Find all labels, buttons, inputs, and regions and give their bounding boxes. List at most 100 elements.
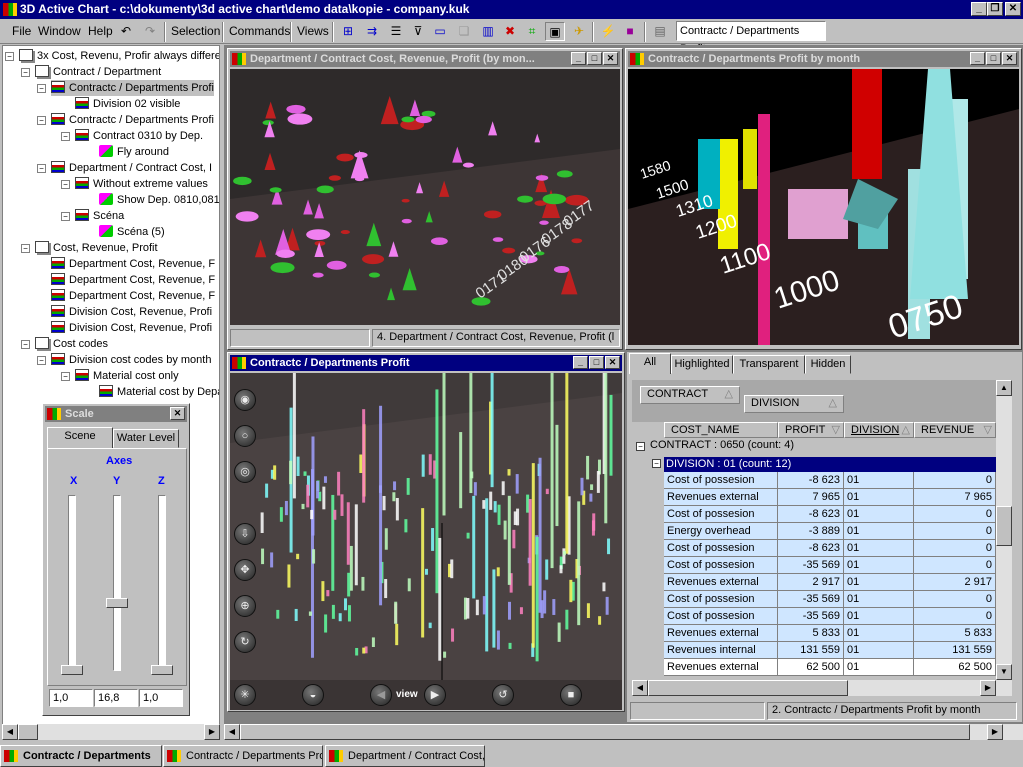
mdi-scroll-thumb[interactable] bbox=[240, 724, 970, 740]
collapse-division-icon[interactable]: − bbox=[652, 459, 661, 468]
tree-item[interactable]: 3x Cost, Revenu, Profir always differe bbox=[19, 48, 219, 64]
z-slider-track[interactable] bbox=[158, 495, 166, 671]
scale-title-bar[interactable]: Scale ✕ bbox=[45, 406, 187, 422]
group-division-header[interactable]: DIVISION △ bbox=[744, 395, 844, 413]
grid-scroll-up-icon[interactable]: ▲ bbox=[996, 380, 1012, 396]
tree-item[interactable]: Fly around bbox=[99, 144, 169, 160]
grid-scroll-thumb[interactable] bbox=[996, 506, 1012, 546]
tree-collapse-icon[interactable]: − bbox=[21, 244, 30, 253]
pan-icon[interactable]: ✥ bbox=[234, 559, 256, 581]
orbit-icon[interactable]: ◎ bbox=[234, 461, 256, 483]
table-row[interactable]: Revenues internal 131 559 01 131 559 bbox=[664, 642, 996, 659]
reset-view-icon[interactable]: ✳ bbox=[234, 684, 256, 706]
window3-maximize-button[interactable]: □ bbox=[589, 356, 604, 369]
palette-icon[interactable]: ✖ bbox=[500, 22, 520, 41]
column-revenue[interactable]: REVENUE ▽ bbox=[914, 422, 996, 438]
tab-water-level[interactable]: Water Level bbox=[113, 429, 179, 448]
tree-item[interactable]: Contract 0310 by Dep. bbox=[75, 128, 203, 144]
tree-item[interactable]: Contractc / Departments Profi bbox=[51, 80, 214, 96]
chart-3d-view-3[interactable]: ◉ ○ ◎ ⇩ ✥ ⊕ ↻ bbox=[230, 373, 622, 680]
table-row[interactable]: Revenues external 62 500 01 62 500 bbox=[664, 659, 996, 676]
y-slider-track[interactable] bbox=[113, 495, 121, 671]
collapse-contract-icon[interactable]: − bbox=[636, 442, 645, 451]
bars-icon[interactable]: ▥ bbox=[478, 22, 498, 41]
data-grid[interactable]: CONTRACT △ DIVISION △ COST_NAME PROFIT ▽ DI… bbox=[632, 380, 996, 680]
table-row[interactable]: Cost of possesion -8 623 01 0 bbox=[664, 540, 996, 557]
tree-item[interactable]: Department Cost, Revenue, F bbox=[51, 256, 215, 272]
tab-transparent[interactable]: Transparent bbox=[733, 355, 805, 374]
grid-hscroll-thumb[interactable] bbox=[648, 680, 848, 696]
tree-collapse-icon[interactable]: − bbox=[61, 212, 70, 221]
window3-close-button[interactable]: ✕ bbox=[605, 356, 620, 369]
arrows-icon[interactable]: ⇉ bbox=[362, 22, 382, 41]
window1-title-bar[interactable]: Department / Contract Cost, Revenue, Pro… bbox=[230, 51, 620, 67]
tree-item[interactable]: Without extreme values bbox=[75, 176, 208, 192]
window1-close-button[interactable]: ✕ bbox=[603, 52, 618, 65]
x-slider-thumb[interactable] bbox=[61, 665, 83, 675]
copy-icon[interactable]: ❏ bbox=[454, 22, 474, 41]
camera-icon[interactable]: ■ bbox=[620, 22, 640, 41]
tree-item[interactable]: Scéna (5) bbox=[99, 224, 165, 240]
chart-3d-view-1[interactable]: 0171 0180 0176 0178 0177 bbox=[230, 69, 620, 325]
tree-collapse-icon[interactable]: − bbox=[37, 356, 46, 365]
table-row[interactable]: Cost of possesion -35 569 01 0 bbox=[664, 591, 996, 608]
window2-close-button[interactable]: ✕ bbox=[1002, 52, 1017, 65]
tab-all[interactable]: All bbox=[629, 353, 671, 374]
restore-button[interactable]: ❐ bbox=[987, 2, 1003, 16]
minimize-button[interactable]: _ bbox=[971, 2, 987, 16]
prev-view-icon[interactable]: ◀ bbox=[370, 684, 392, 706]
tree-horizontal-scrollbar[interactable]: ◀ ▶ bbox=[2, 724, 220, 740]
view-combo[interactable]: Contractc / Departments Profit bbox=[676, 21, 826, 55]
window2-maximize-button[interactable]: □ bbox=[986, 52, 1001, 65]
z-scale-value[interactable]: 1,0 bbox=[139, 689, 183, 707]
column-profit[interactable]: PROFIT ▽ bbox=[778, 422, 844, 438]
window1-minimize-button[interactable]: _ bbox=[571, 52, 586, 65]
tree-collapse-icon[interactable]: − bbox=[61, 372, 70, 381]
tree-item[interactable]: Division Cost, Revenue, Profi bbox=[51, 304, 212, 320]
tree-item[interactable]: Scéna bbox=[75, 208, 124, 224]
column-division[interactable]: DIVISION △ bbox=[844, 422, 914, 438]
move-down-icon[interactable]: ⇩ bbox=[234, 523, 256, 545]
tree-collapse-icon[interactable]: − bbox=[21, 340, 30, 349]
next-view-icon[interactable]: ▶ bbox=[424, 684, 446, 706]
y-scale-value[interactable]: 16,8 bbox=[94, 689, 138, 707]
tree-item[interactable]: Division Cost, Revenue, Profi bbox=[51, 320, 212, 336]
grid-horizontal-scrollbar[interactable]: ◀ ▶ bbox=[632, 680, 1012, 696]
x-scale-value[interactable]: 1,0 bbox=[49, 689, 93, 707]
window3-minimize-button[interactable]: _ bbox=[573, 356, 588, 369]
menu-views[interactable]: Views bbox=[297, 24, 329, 38]
group-contract-header[interactable]: CONTRACT △ bbox=[640, 386, 740, 404]
table-row[interactable]: Cost of possesion -8 623 01 0 bbox=[664, 506, 996, 523]
tab-hidden[interactable]: Hidden bbox=[805, 355, 851, 374]
close-button[interactable]: ✕ bbox=[1005, 2, 1021, 16]
tab-highlighted[interactable]: Highlighted bbox=[671, 355, 733, 374]
tree-item[interactable]: Contract / Department bbox=[35, 64, 161, 80]
list-icon[interactable]: ☰ bbox=[386, 22, 406, 41]
mdi-scroll-right-icon[interactable]: ▶ bbox=[987, 724, 1003, 740]
grid-scroll-left-icon[interactable]: ◀ bbox=[632, 680, 648, 696]
redo-icon[interactable]: ↷ bbox=[140, 22, 160, 41]
record-icon[interactable]: ◒ bbox=[302, 684, 324, 706]
x-slider-track[interactable] bbox=[68, 495, 76, 671]
refresh-icon[interactable]: ↺ bbox=[492, 684, 514, 706]
grid-scroll-down-icon[interactable]: ▼ bbox=[996, 664, 1012, 680]
scroll-thumb[interactable] bbox=[18, 724, 38, 740]
rotate-up-icon[interactable]: ◉ bbox=[234, 389, 256, 411]
tree-collapse-icon[interactable]: − bbox=[37, 164, 46, 173]
spin-icon[interactable]: ↻ bbox=[234, 631, 256, 653]
tilt-icon[interactable]: ⊕ bbox=[234, 595, 256, 617]
tree-item[interactable]: Material cost only bbox=[75, 368, 179, 384]
tree-item[interactable]: Department Cost, Revenue, F bbox=[51, 288, 215, 304]
tree-item[interactable]: Cost codes bbox=[35, 336, 108, 352]
window-icon[interactable]: ▭ bbox=[430, 22, 450, 41]
mdi-horizontal-scrollbar[interactable]: ◀ ▶ bbox=[224, 724, 1023, 740]
window1-maximize-button[interactable]: □ bbox=[587, 52, 602, 65]
z-slider-thumb[interactable] bbox=[151, 665, 173, 675]
tree-collapse-icon[interactable]: − bbox=[21, 68, 30, 77]
undo-icon[interactable]: ↶ bbox=[116, 22, 136, 41]
tree-item[interactable]: Department / Contract Cost, I bbox=[51, 160, 212, 176]
tree-item[interactable]: Department Cost, Revenue, F bbox=[51, 272, 215, 288]
tree-item[interactable]: Contractc / Departments Profi bbox=[51, 112, 214, 128]
menu-help[interactable]: Help bbox=[88, 24, 113, 38]
fly-icon[interactable]: ✈ bbox=[569, 22, 589, 41]
